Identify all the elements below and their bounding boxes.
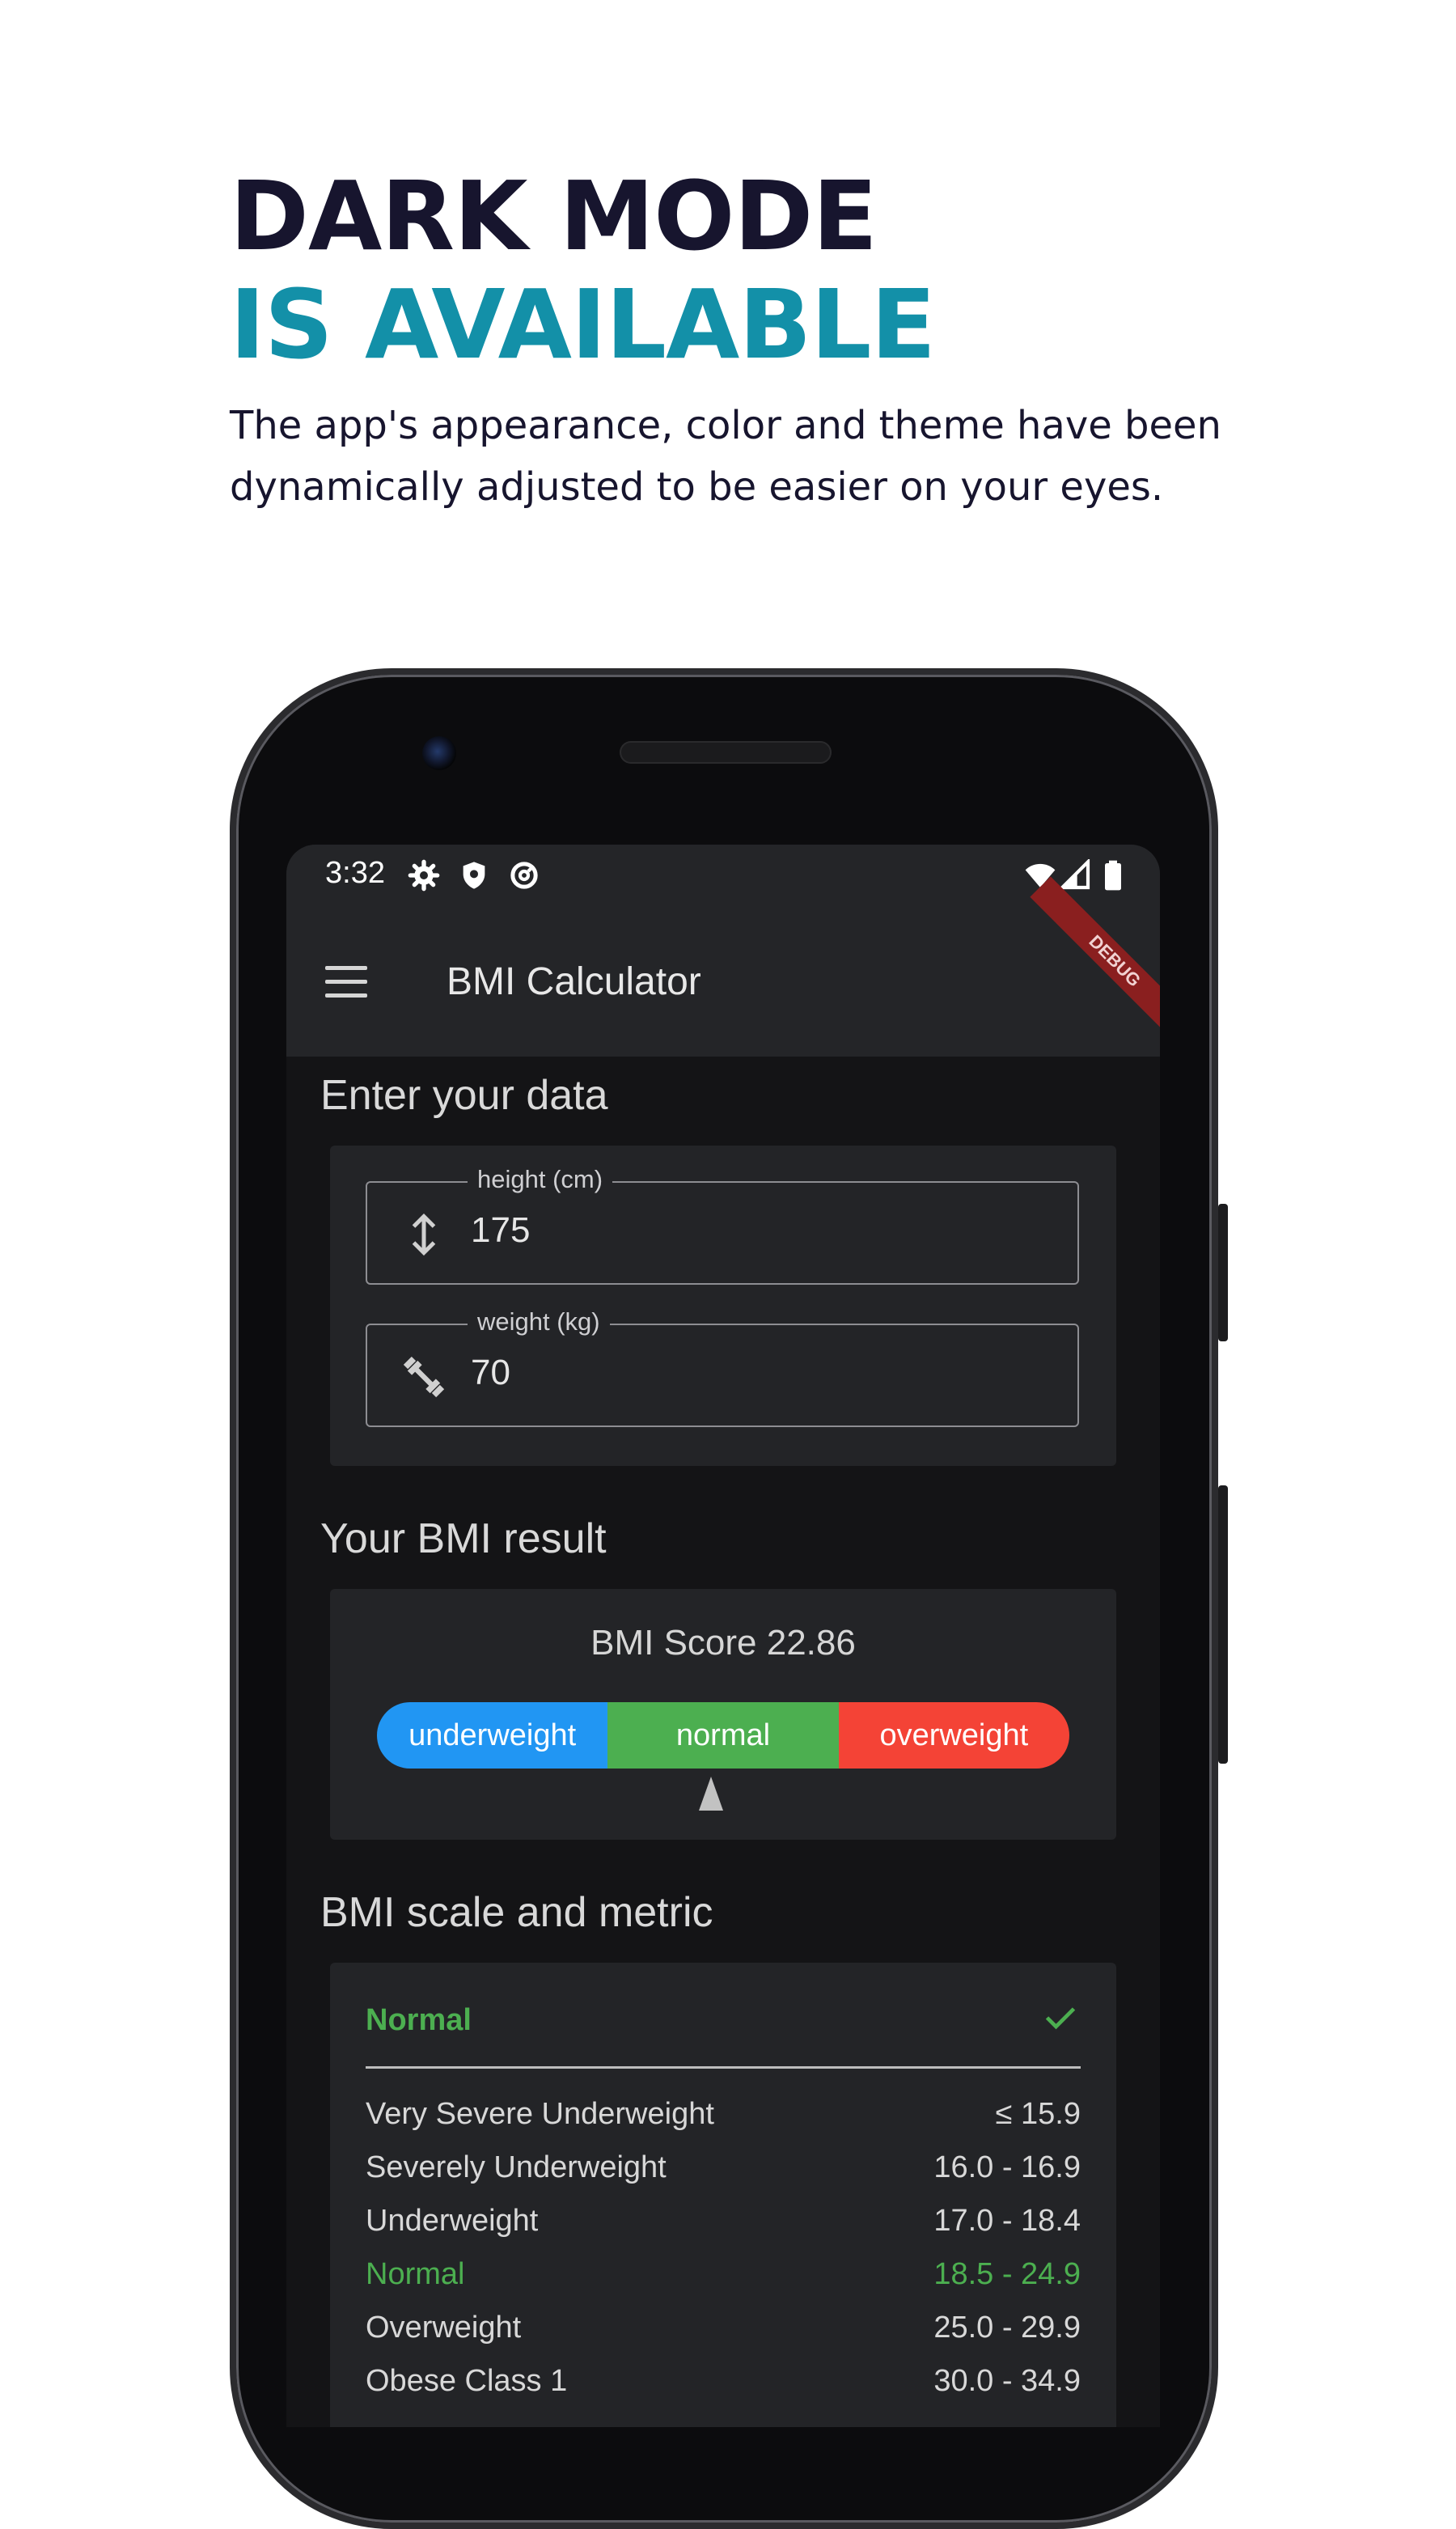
shield-icon <box>463 862 485 889</box>
input-section-title: Enter your data <box>320 1072 608 1119</box>
metric-rows: Very Severe Underweight ≤ 15.9 Severely … <box>366 2091 1081 2411</box>
scale-overweight: overweight <box>838 1702 1069 1769</box>
input-card: height (cm) 175 weight (kg) 70 <box>330 1146 1116 1466</box>
weight-field[interactable]: weight (kg) 70 <box>366 1307 1079 1427</box>
height-field-label: height (cm) <box>468 1165 613 1194</box>
metric-row: Overweight 25.0 - 29.9 <box>366 2304 1081 2357</box>
weight-input[interactable]: 70 <box>471 1353 510 1393</box>
front-camera <box>422 736 456 770</box>
status-time: 3:32 <box>325 856 385 890</box>
metric-row-range: 30.0 - 34.9 <box>933 2364 1081 2398</box>
result-card: BMI Score 22.86 underweight normal overw… <box>330 1589 1116 1840</box>
metric-row: Severely Underweight 16.0 - 16.9 <box>366 2144 1081 2197</box>
dumbbell-icon <box>403 1356 445 1398</box>
promo-subtitle: The app's appearance, color and theme ha… <box>230 403 1221 510</box>
metric-row-active: Normal 18.5 - 24.9 <box>366 2251 1081 2304</box>
app-title: BMI Calculator <box>447 960 701 1003</box>
metric-card: Normal Very Severe Underweight ≤ 15.9 Se… <box>330 1963 1116 2427</box>
metric-row-range: 17.0 - 18.4 <box>933 2204 1081 2238</box>
metric-row-name: Normal <box>366 2257 465 2291</box>
bmi-scale-bar: underweight normal overweight <box>377 1702 1069 1769</box>
metric-row-name: Very Severe Underweight <box>366 2097 714 2131</box>
metric-row: Obese Class 1 30.0 - 34.9 <box>366 2357 1081 2411</box>
menu-icon[interactable] <box>325 966 367 998</box>
metric-row-range: 25.0 - 29.9 <box>933 2311 1081 2345</box>
weight-field-label: weight (kg) <box>468 1307 610 1337</box>
at-sign-icon <box>510 862 538 889</box>
metric-section-title: BMI scale and metric <box>320 1889 713 1936</box>
height-arrows-icon <box>412 1213 436 1256</box>
metric-divider <box>366 2066 1081 2069</box>
metric-row-range: ≤ 15.9 <box>995 2097 1081 2131</box>
result-section-title: Your BMI result <box>320 1515 607 1562</box>
headline-line-2: IS AVAILABLE <box>230 269 936 380</box>
check-icon <box>1045 2007 1076 2030</box>
status-bar: 3:32 <box>286 845 1160 908</box>
metric-row: Underweight 17.0 - 18.4 <box>366 2197 1081 2251</box>
metric-row-name: Obese Class 1 <box>366 2364 568 2398</box>
phone-volume-button <box>1218 1485 1228 1764</box>
gear-icon <box>408 859 440 892</box>
height-input[interactable]: 175 <box>471 1210 530 1251</box>
scale-normal: normal <box>607 1702 839 1769</box>
active-category: Normal <box>366 2003 472 2037</box>
metric-row-name: Severely Underweight <box>366 2150 667 2184</box>
metric-row: Very Severe Underweight ≤ 15.9 <box>366 2091 1081 2144</box>
earpiece-speaker <box>620 741 832 764</box>
bmi-pointer <box>699 1777 723 1811</box>
metric-row-name: Overweight <box>366 2311 522 2345</box>
phone-screen: 3:32 BMI Calculator DEBUG Enter your dat… <box>286 845 1160 2427</box>
promo-headline: DARK MODE IS AVAILABLE <box>230 160 936 380</box>
metric-row-range: 16.0 - 16.9 <box>933 2150 1081 2184</box>
phone-power-button <box>1218 1204 1228 1341</box>
metric-row-range: 18.5 - 24.9 <box>933 2257 1081 2291</box>
height-field[interactable]: height (cm) 175 <box>366 1165 1079 1285</box>
headline-line-1: DARK MODE <box>230 160 878 272</box>
metric-row-name: Underweight <box>366 2204 539 2238</box>
battery-icon <box>1105 860 1121 891</box>
app-bar: BMI Calculator DEBUG <box>286 876 1160 1057</box>
scale-underweight: underweight <box>377 1702 608 1769</box>
bmi-score: BMI Score 22.86 <box>590 1623 856 1663</box>
signal-icon <box>1060 859 1090 890</box>
